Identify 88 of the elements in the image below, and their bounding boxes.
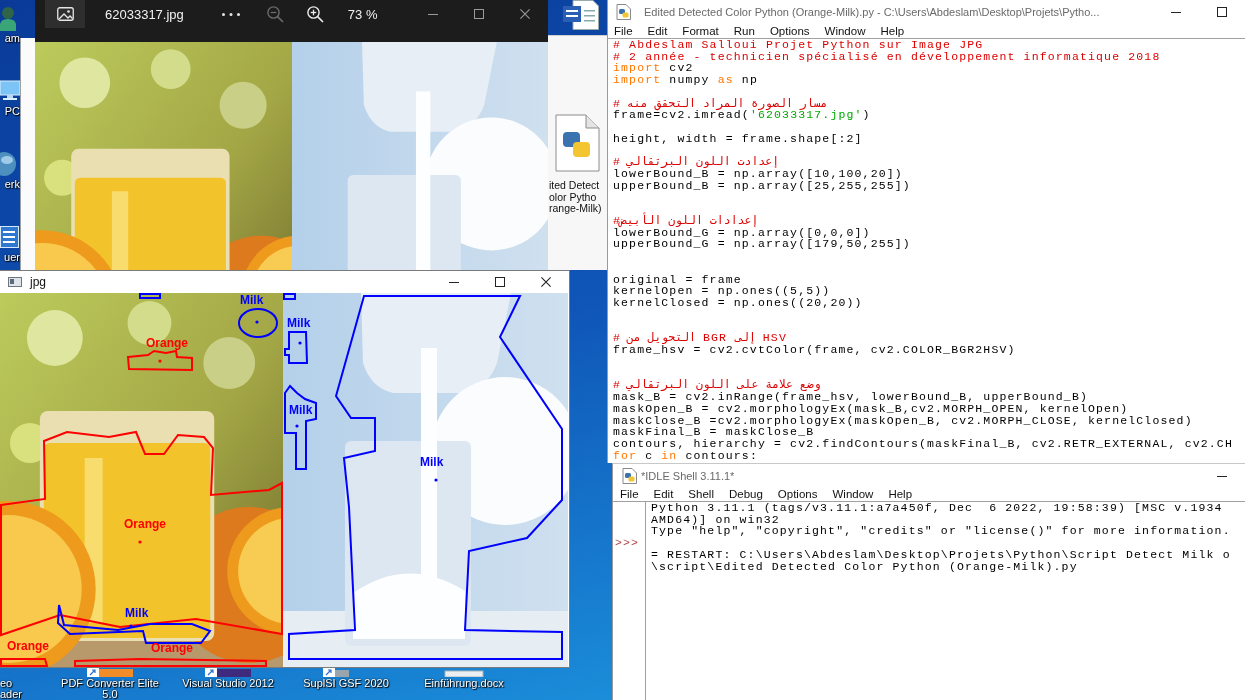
script-file-icon: [616, 4, 632, 20]
window-icon: [0, 224, 20, 250]
maximize-icon: [1217, 7, 1227, 17]
menu-item[interactable]: Help: [880, 24, 905, 38]
code-line: # Abdeslam Salloui Projet Python sur Image JPG: [613, 39, 984, 51]
photo-button[interactable]: [45, 0, 85, 28]
code-line: maskFinal_B = maskClose_B: [613, 426, 815, 438]
minimize-icon: [428, 13, 438, 15]
detection-label: Milk: [240, 293, 264, 307]
minimize-icon: [1171, 11, 1181, 13]
close-icon: [520, 9, 530, 19]
file-label[interactable]: ited Detect olor Pytho range-Milk): [548, 180, 602, 215]
code-line: # مسار الصورة المراد التحقق منه: [613, 97, 828, 110]
maximize-icon: [495, 277, 505, 287]
code-line: for c in contours:: [613, 449, 758, 462]
code-line: upperBound_B = np.array([25,255,255]): [613, 179, 911, 192]
desktop-icon-label: Visual Studio 2012: [182, 678, 274, 689]
code-line: # وضع علامة على اللون البرتقالي: [613, 379, 821, 392]
menu-item[interactable]: Run: [733, 24, 755, 38]
shell-output-line: Type "help", "copyright", "credits" or "license()" for more information.: [651, 525, 1231, 538]
script-file-icon: [622, 468, 638, 484]
code-line: kernelClosed = np.ones((20,20)): [613, 297, 863, 309]
picture-icon: [56, 7, 74, 21]
window-icon: [8, 277, 22, 287]
zoom-level: 73 %: [347, 6, 378, 22]
window-title: *IDLE Shell 3.11.1*: [641, 470, 735, 482]
detection-label: Orange: [124, 517, 166, 531]
document-icon[interactable]: [563, 0, 599, 30]
menu-item[interactable]: Debug: [728, 488, 763, 501]
shell-output-line: = RESTART: C:\Users\Abdeslam\Desktop\Projets\Python\Script Detect Milk o: [651, 548, 1231, 561]
menu-item[interactable]: Options: [769, 24, 810, 38]
detection-label: Orange: [146, 336, 188, 350]
detection-label: Orange: [151, 641, 193, 655]
code-line: mask_B = cv2.inRange(frame_hsv, lowerBound_B, upperBound_B): [613, 391, 1089, 403]
code-line: lowerBound_G = np.array([0,0,0]): [613, 226, 871, 239]
menu-item[interactable]: Edit: [653, 488, 674, 501]
detection-label: Orange: [7, 639, 49, 653]
zoom-in-icon[interactable]: [306, 5, 324, 23]
detection-label: Milk: [125, 606, 149, 620]
minimize-icon: [1217, 475, 1227, 477]
maximize-icon: [474, 9, 484, 19]
desktop-icon-label: Einführung.docx: [424, 678, 504, 689]
menu-item[interactable]: Window: [824, 24, 866, 38]
menu-item[interactable]: Options: [777, 488, 818, 501]
desktop-icon-label: am: [4, 32, 20, 44]
minimize-icon: [449, 281, 459, 283]
code-line: frame_hsv = cv2.cvtColor(frame, cv2.COLOR_BGR2HSV): [613, 344, 1016, 356]
close-icon: [541, 277, 551, 287]
desktop-icon-label: erk: [4, 178, 20, 190]
desktop-icon-label: uer: [4, 251, 20, 263]
detection-label: Milk: [420, 455, 444, 469]
shell-prompt: >>>: [615, 537, 640, 549]
app-icon[interactable]: [205, 668, 251, 677]
desktop-icon-label: PC: [4, 105, 20, 117]
code-line: maskClose_B =cv2.morphologyEx(maskOpen_B, cv2.MORPH_CLOSE, kernelClosed): [613, 414, 1193, 427]
code-line: kernelOpen = np.ones((5,5)): [613, 285, 831, 298]
menu-item[interactable]: Window: [832, 488, 874, 501]
code-line: contours, hierarchy = cv2.findContours(maskFinal_B, cv2.RETR_EXTERNAL, cv2.CH: [613, 437, 1233, 450]
menu-item[interactable]: Format: [682, 24, 719, 38]
code-line: lowerBound_B = np.array([10,100,20]): [613, 168, 903, 180]
code-line: original = frame: [613, 273, 742, 286]
window-title: Edited Detected Color Python (Orange-Milk).py - C:\Users\Abdeslam\Desktop\Projets\Pytho...: [644, 6, 1100, 18]
desktop-icon-label: eo ader: [0, 678, 23, 699]
menu-item[interactable]: File: [614, 24, 633, 38]
script-file-icon[interactable]: [554, 114, 600, 172]
code-line: # 2 année - technicien spécialisé en développement informatique 2018: [613, 50, 1161, 63]
shell-output-line: \script\Edited Detected Color Python (Orange-Milk).py: [651, 560, 1078, 573]
code-line: # التحويل من BGR إلى HSV: [613, 332, 787, 345]
menu-item[interactable]: Help: [888, 488, 913, 501]
shell-output-line: AMD64)] on win32: [651, 513, 780, 526]
menu-item[interactable]: Shell: [688, 488, 714, 501]
detection-label: Milk: [287, 316, 311, 330]
file-name: 62033317.jpg: [105, 6, 184, 22]
code-line: height, width = frame.shape[:2]: [613, 132, 863, 145]
code-line: import numpy as np: [613, 74, 758, 86]
menu-item[interactable]: Edit: [647, 24, 668, 38]
code-line: # إعدادت اللون البرتقالي: [613, 156, 780, 169]
desktop-icon-label: SuplSI GSF 2020: [303, 678, 389, 689]
detection-label: Milk: [289, 403, 313, 417]
window-title: jpg: [30, 275, 46, 289]
more-icon[interactable]: [221, 12, 240, 16]
desktop-icon-label: PDF Converter Elite 5.0: [61, 678, 159, 699]
menu-item[interactable]: File: [620, 488, 639, 501]
code-line: frame=cv2.imread('62033317.jpg'): [613, 109, 871, 122]
code-line: upperBound_G = np.array([179,50,255]): [613, 238, 911, 251]
code-line: maskOpen_B = cv2.morphologyEx(mask_B,cv2.MORPH_OPEN, kernelOpen): [613, 402, 1129, 415]
code-line: import cv2: [613, 62, 694, 75]
shell-output-line: Python 3.11.1 (tags/v3.11.1:a7a450f, Dec 6 2022, 19:58:39) [MSC v.1934: [651, 502, 1223, 514]
